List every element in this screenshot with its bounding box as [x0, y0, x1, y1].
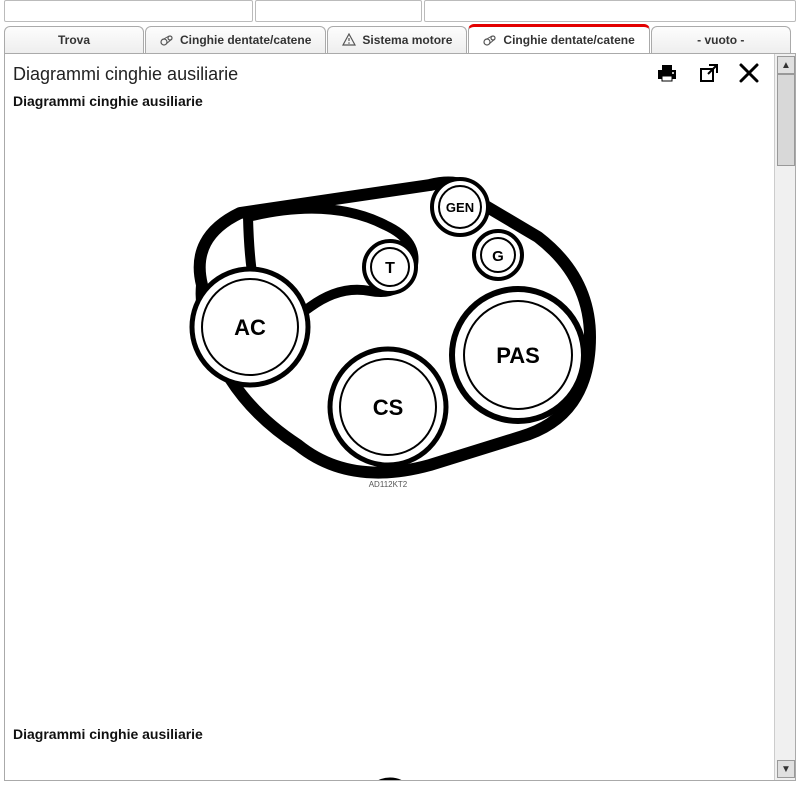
label-ac: AC [234, 315, 266, 340]
belt-icon [483, 33, 497, 47]
tab-label: - vuoto - [697, 33, 744, 47]
label-g: G [492, 248, 504, 265]
content-wrap: Diagrammi cinghie ausiliarie Diagrammi c… [4, 53, 796, 781]
tab-label: Cinghie dentate/catene [180, 33, 311, 47]
dropdown-2[interactable] [255, 0, 422, 22]
content-header: Diagrammi cinghie ausiliarie [5, 54, 774, 89]
tab-label: Sistema motore [362, 33, 452, 47]
belt-diagram: AC CS PAS T GEN G [5, 113, 774, 673]
tab-vuoto[interactable]: - vuoto - [651, 26, 791, 53]
diagram-code: AD112KT2 [368, 480, 407, 489]
scroll-down-arrow-icon[interactable]: ▼ [777, 760, 795, 778]
label-t: T [385, 260, 395, 277]
label-gen: GEN [445, 200, 473, 215]
new-window-icon[interactable] [698, 62, 720, 87]
tab-sistema-motore[interactable]: Sistema motore [327, 26, 467, 53]
vertical-scrollbar[interactable]: ▲ ▼ [774, 54, 795, 780]
content: Diagrammi cinghie ausiliarie Diagrammi c… [5, 54, 774, 780]
belt-icon [160, 33, 174, 47]
top-dropdown-row [0, 0, 800, 26]
second-belt-diagram: Diagrammi cinghie ausiliarie [5, 722, 774, 780]
tab-cinghie-1[interactable]: Cinghie dentate/catene [145, 26, 326, 53]
tab-trova[interactable]: Trova [4, 26, 144, 53]
scroll-thumb[interactable] [777, 74, 795, 166]
section-subtitle: Diagrammi cinghie ausiliarie [5, 89, 774, 113]
print-icon[interactable] [654, 63, 680, 86]
tab-bar: Trova Cinghie dentate/catene Sistema mot… [0, 26, 800, 53]
tab-label: Cinghie dentate/catene [503, 33, 634, 47]
label-pas: PAS [496, 343, 540, 368]
warning-icon [342, 33, 356, 47]
scroll-up-arrow-icon[interactable]: ▲ [777, 56, 795, 74]
dropdown-1[interactable] [4, 0, 253, 22]
toolbar [654, 62, 766, 87]
tab-cinghie-2[interactable]: Cinghie dentate/catene [468, 24, 649, 53]
tab-label: Trova [58, 33, 90, 47]
close-icon[interactable] [738, 62, 760, 87]
partial-pulley [360, 772, 420, 780]
page-title: Diagrammi cinghie ausiliarie [13, 64, 654, 85]
dropdown-3[interactable] [424, 0, 796, 22]
label-cs: CS [372, 395, 403, 420]
